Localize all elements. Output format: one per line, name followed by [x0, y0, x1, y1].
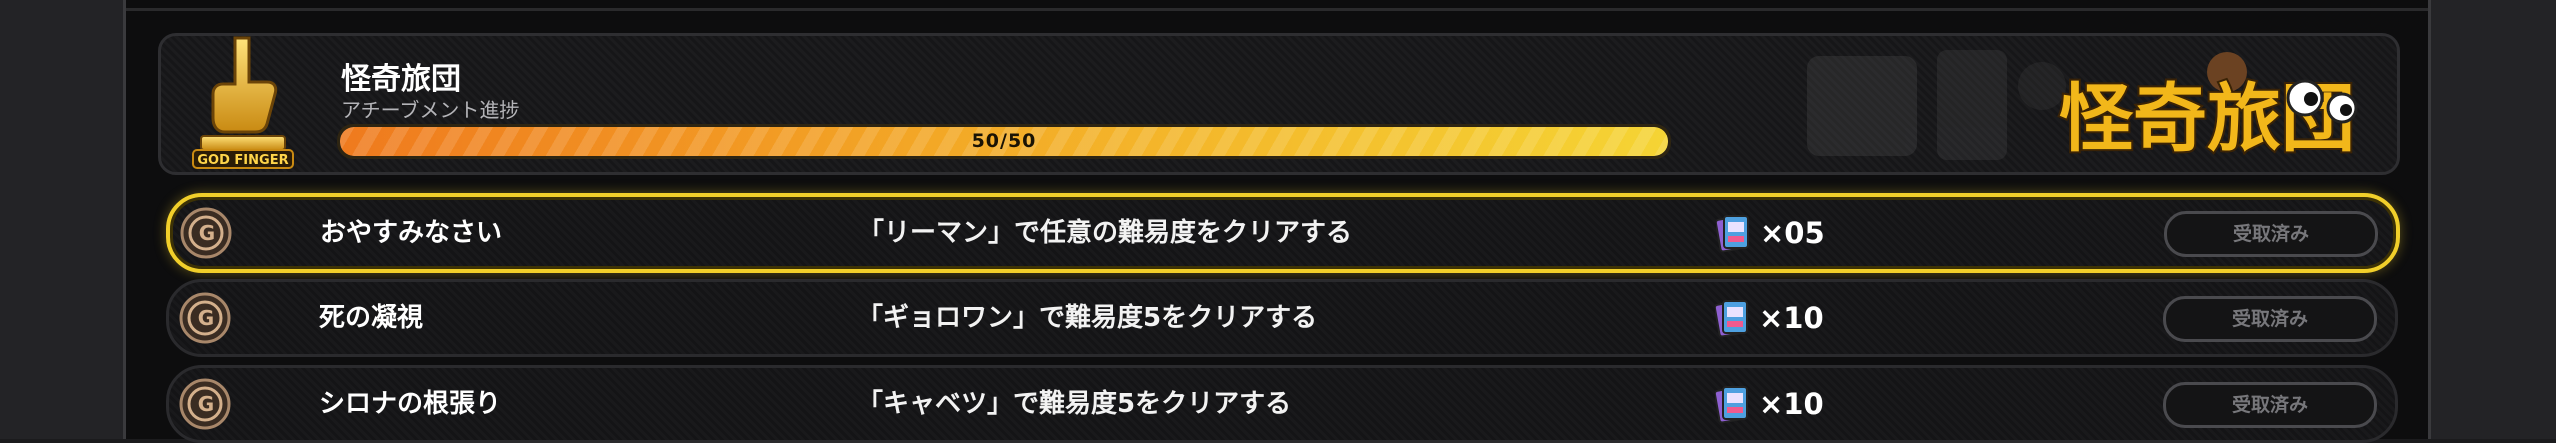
- claimed-button[interactable]: 受取済み: [2163, 382, 2377, 428]
- claimed-button[interactable]: 受取済み: [2164, 211, 2378, 257]
- progress-text: 50/50: [971, 130, 1037, 152]
- achievement-medal-icon: G: [179, 292, 231, 344]
- god-finger-trophy-icon: GOD FINGER: [192, 36, 294, 169]
- achievement-name: シロナの根張り: [319, 389, 502, 419]
- achievement-name: おやすみなさい: [320, 218, 503, 248]
- svg-text:G: G: [199, 221, 215, 245]
- reward-quantity: ×05: [1760, 216, 1825, 250]
- header-title: 怪奇旅団: [341, 62, 461, 97]
- achievement-medal-icon: G: [180, 207, 232, 259]
- claimed-button[interactable]: 受取済み: [2163, 296, 2377, 342]
- achievement-medal-icon: G: [179, 378, 231, 430]
- card-pack-icon: [1716, 215, 1749, 253]
- achievement-row[interactable]: G 死の凝視 「ギョロワン」で難易度5をクリアする ×10 受取済み: [166, 279, 2398, 357]
- achievement-description: 「キャベツ」で難易度5をクリアする: [857, 389, 1292, 419]
- right-background-panel: [2428, 0, 2556, 439]
- svg-text:G: G: [198, 306, 214, 330]
- achievement-row[interactable]: G おやすみなさい 「リーマン」で任意の難易度をクリアする ×05 受取済み: [166, 193, 2400, 273]
- achievement-progress-bar: 50/50: [337, 124, 1671, 159]
- achievement-description: 「ギョロワン」で難易度5をクリアする: [857, 303, 1318, 333]
- card-pack-icon: [1715, 300, 1748, 338]
- achievement-description: 「リーマン」で任意の難易度をクリアする: [858, 218, 1353, 248]
- svg-text:GOD FINGER: GOD FINGER: [197, 153, 288, 168]
- top-divider: [126, 8, 2428, 11]
- header-subtitle: アチーブメント進捗: [341, 98, 520, 122]
- achievement-panel: GOD FINGER 怪奇旅団 アチーブメント進捗 50/50 怪奇旅団 G お…: [126, 0, 2428, 443]
- reward-quantity: ×10: [1759, 387, 1824, 421]
- achievement-header: GOD FINGER 怪奇旅団 アチーブメント進捗 50/50 怪奇旅団: [158, 33, 2400, 175]
- achievement-row[interactable]: G シロナの根張り 「キャベツ」で難易度5をクリアする ×10 受取済み: [166, 365, 2398, 443]
- left-background-panel: [0, 0, 126, 439]
- reward-quantity: ×10: [1759, 301, 1824, 335]
- achievement-name: 死の凝視: [319, 303, 424, 333]
- card-pack-icon: [1715, 386, 1748, 424]
- svg-text:G: G: [198, 392, 214, 416]
- kaiki-ryodan-banner-logo: 怪奇旅団: [1807, 50, 2358, 164]
